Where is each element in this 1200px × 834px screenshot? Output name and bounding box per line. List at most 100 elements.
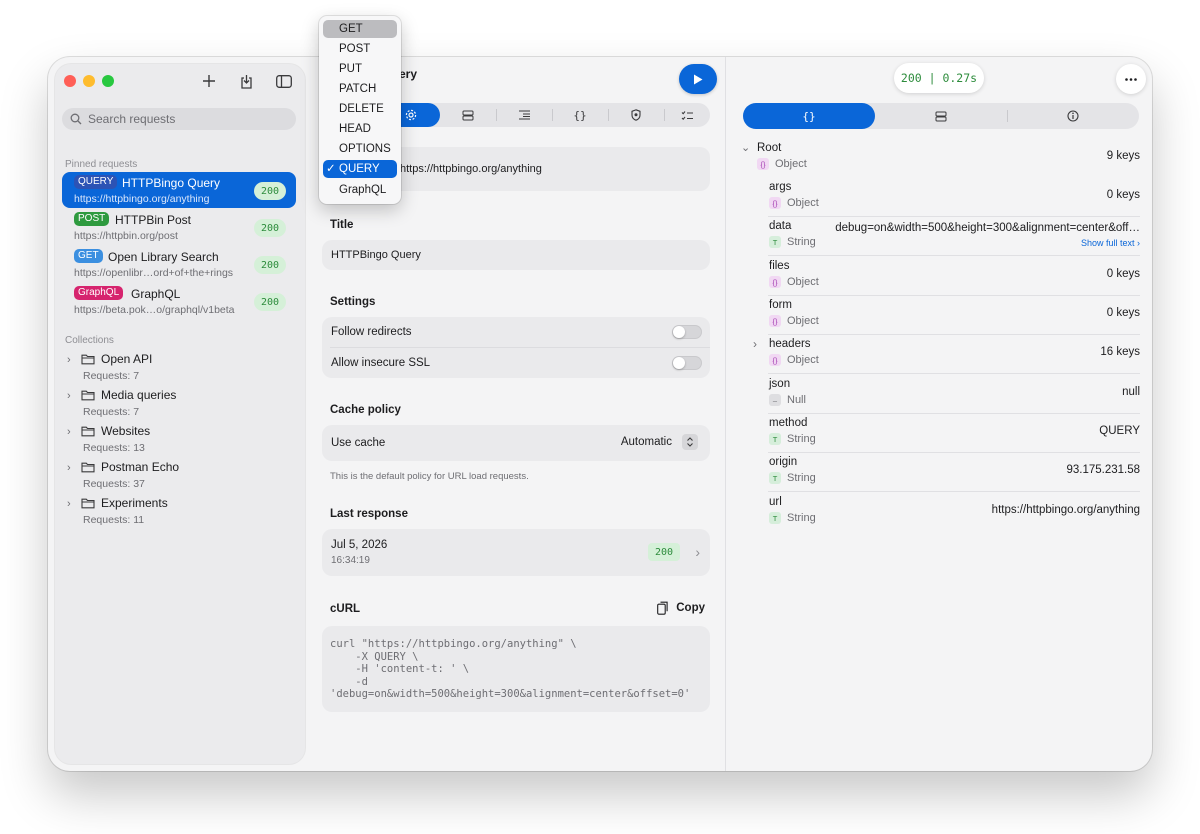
collection-item[interactable]: › Media queries Requests: 7 (67, 388, 287, 422)
pinned-request-item[interactable]: POST HTTPBin Post https://httpbin.org/po… (62, 209, 296, 245)
menu-item-options[interactable]: OPTIONS (323, 140, 397, 158)
tree-value: 93.175.231.58 (1066, 464, 1140, 476)
pinned-request-item[interactable]: GET Open Library Search https://openlibr… (62, 246, 296, 282)
tab-server[interactable] (440, 103, 496, 127)
list-icon (518, 110, 531, 120)
collection-item[interactable]: › Postman Echo Requests: 37 (67, 460, 287, 494)
last-response-section-label: Last response (330, 508, 408, 520)
collection-name: Media queries (101, 388, 177, 402)
method-badge: QUERY (74, 175, 118, 189)
string-type-icon: T (769, 433, 781, 445)
tree-key: args (769, 181, 792, 193)
collections-label: Collections (65, 335, 114, 346)
request-name: HTTPBin Post (115, 213, 192, 227)
checkmark-icon: ✓ (326, 163, 336, 175)
title-input[interactable]: HTTPBingo Query (322, 240, 710, 270)
chevron-right-icon[interactable]: › (753, 337, 757, 351)
menu-item-delete[interactable]: DELETE (323, 100, 397, 118)
sidebar-toggle-icon[interactable] (273, 70, 295, 92)
tab-tests[interactable] (664, 103, 710, 127)
tree-key: files (769, 260, 790, 272)
tab-info[interactable] (1007, 103, 1139, 129)
method-dropdown-menu: GET POST PUT PATCH DELETE HEAD OPTIONS ✓… (319, 16, 401, 204)
tree-key: data (769, 220, 792, 232)
collection-item[interactable]: › Experiments Requests: 11 (67, 496, 287, 530)
chevron-right-icon[interactable]: › (67, 498, 71, 510)
menu-item-query[interactable]: ✓ QUERY (323, 160, 397, 178)
close-window-button[interactable] (64, 75, 76, 87)
last-response-row[interactable]: Jul 5, 2026 16:34:19 200 › (322, 529, 710, 576)
folder-icon (81, 461, 95, 476)
tree-value: 9 keys (1106, 150, 1140, 162)
request-name: Open Library Search (108, 250, 219, 264)
tree-row[interactable]: args {} Object 0 keys (726, 180, 1152, 218)
menu-item-get[interactable]: GET (323, 20, 397, 38)
settings-group: Follow redirects Allow insecure SSL (322, 317, 710, 378)
tab-auth[interactable] (608, 103, 664, 127)
menu-item-post[interactable]: POST (323, 40, 397, 58)
tree-key: origin (769, 456, 798, 468)
pinned-request-item[interactable]: QUERY HTTPBingo Query https://httpbingo.… (62, 172, 296, 208)
object-type-icon: {} (769, 354, 781, 366)
follow-redirects-toggle[interactable] (672, 325, 702, 339)
ellipsis-icon (1125, 77, 1137, 81)
tab-headers[interactable] (496, 103, 552, 127)
tab-response-headers[interactable] (875, 103, 1007, 129)
tree-row-root[interactable]: ⌄ Root {} Object 9 keys (726, 141, 1152, 179)
copy-label: Copy (676, 602, 705, 614)
tree-row[interactable]: files {} Object 0 keys (726, 259, 1152, 297)
tree-row[interactable]: › headers {} Object 16 keys (726, 337, 1152, 375)
request-url: https://httpbingo.org/anything (74, 193, 210, 205)
menu-item-put[interactable]: PUT (323, 60, 397, 78)
collection-name: Postman Echo (101, 460, 180, 474)
tree-type: {} Object (769, 197, 819, 209)
request-url: https://beta.pok…o/graphql/v1beta (74, 304, 235, 316)
folder-icon (81, 353, 95, 368)
request-name: GraphQL (131, 287, 181, 301)
pinned-request-item[interactable]: GraphQL GraphQL https://beta.pok…o/graph… (62, 283, 296, 319)
tab-json[interactable]: {} (743, 103, 875, 129)
tree-row[interactable]: url T String https://httpbingo.org/anythi… (726, 495, 1152, 533)
chevron-right-icon[interactable]: › (67, 462, 71, 474)
tree-value: 16 keys (1100, 346, 1140, 358)
cache-policy-value: Automatic (620, 436, 672, 448)
tree-row[interactable]: method T String QUERY (726, 416, 1152, 454)
chevron-right-icon[interactable]: › (67, 354, 71, 366)
import-icon[interactable] (235, 70, 257, 92)
tree-value: debug=on&width=500&height=300&alignment=… (835, 222, 1140, 234)
tree-type: {} Object (769, 354, 819, 366)
search-field[interactable]: Search requests (62, 108, 296, 130)
collection-item[interactable]: › Websites Requests: 13 (67, 424, 287, 458)
menu-item-head[interactable]: HEAD (323, 120, 397, 138)
request-name: HTTPBingo Query (122, 176, 221, 190)
tree-row[interactable]: origin T String 93.175.231.58 (726, 455, 1152, 493)
cache-policy-select[interactable]: Automatic (621, 434, 698, 450)
chevron-down-icon[interactable]: ⌄ (741, 141, 750, 154)
menu-item-graphql[interactable]: GraphQL (323, 181, 397, 199)
collection-item[interactable]: › Open API Requests: 7 (67, 352, 287, 386)
allow-insecure-ssl-label: Allow insecure SSL (331, 357, 431, 369)
tree-row[interactable]: form {} Object 0 keys (726, 298, 1152, 336)
minimize-window-button[interactable] (83, 75, 95, 87)
more-options-button[interactable] (1116, 64, 1146, 94)
chevron-right-icon[interactable]: › (67, 390, 71, 402)
tree-row[interactable]: json – Null null (726, 377, 1152, 415)
run-button[interactable] (679, 64, 717, 94)
chevron-right-icon[interactable]: › (67, 426, 71, 438)
tab-body[interactable]: {} (552, 103, 608, 127)
url-input[interactable]: https://httpbingo.org/anything (400, 163, 542, 175)
zoom-window-button[interactable] (102, 75, 114, 87)
object-type-icon: {} (769, 315, 781, 327)
menu-item-patch[interactable]: PATCH (323, 80, 397, 98)
allow-insecure-ssl-toggle[interactable] (672, 356, 702, 370)
show-full-text-link[interactable]: Show full text › (1081, 238, 1140, 248)
tree-type: {} Object (769, 276, 819, 288)
curl-section-label: cURL (330, 603, 361, 615)
copy-button[interactable]: Copy (657, 601, 705, 615)
curl-code: curl "https://httpbingo.org/anything" \ … (330, 638, 691, 700)
add-icon[interactable] (198, 70, 220, 92)
tree-key: Root (757, 142, 782, 154)
chevron-updown-icon (682, 434, 698, 450)
pinned-requests-label: Pinned requests (65, 159, 138, 170)
tree-row[interactable]: data T String debug=on&width=500&height=3… (726, 219, 1152, 257)
